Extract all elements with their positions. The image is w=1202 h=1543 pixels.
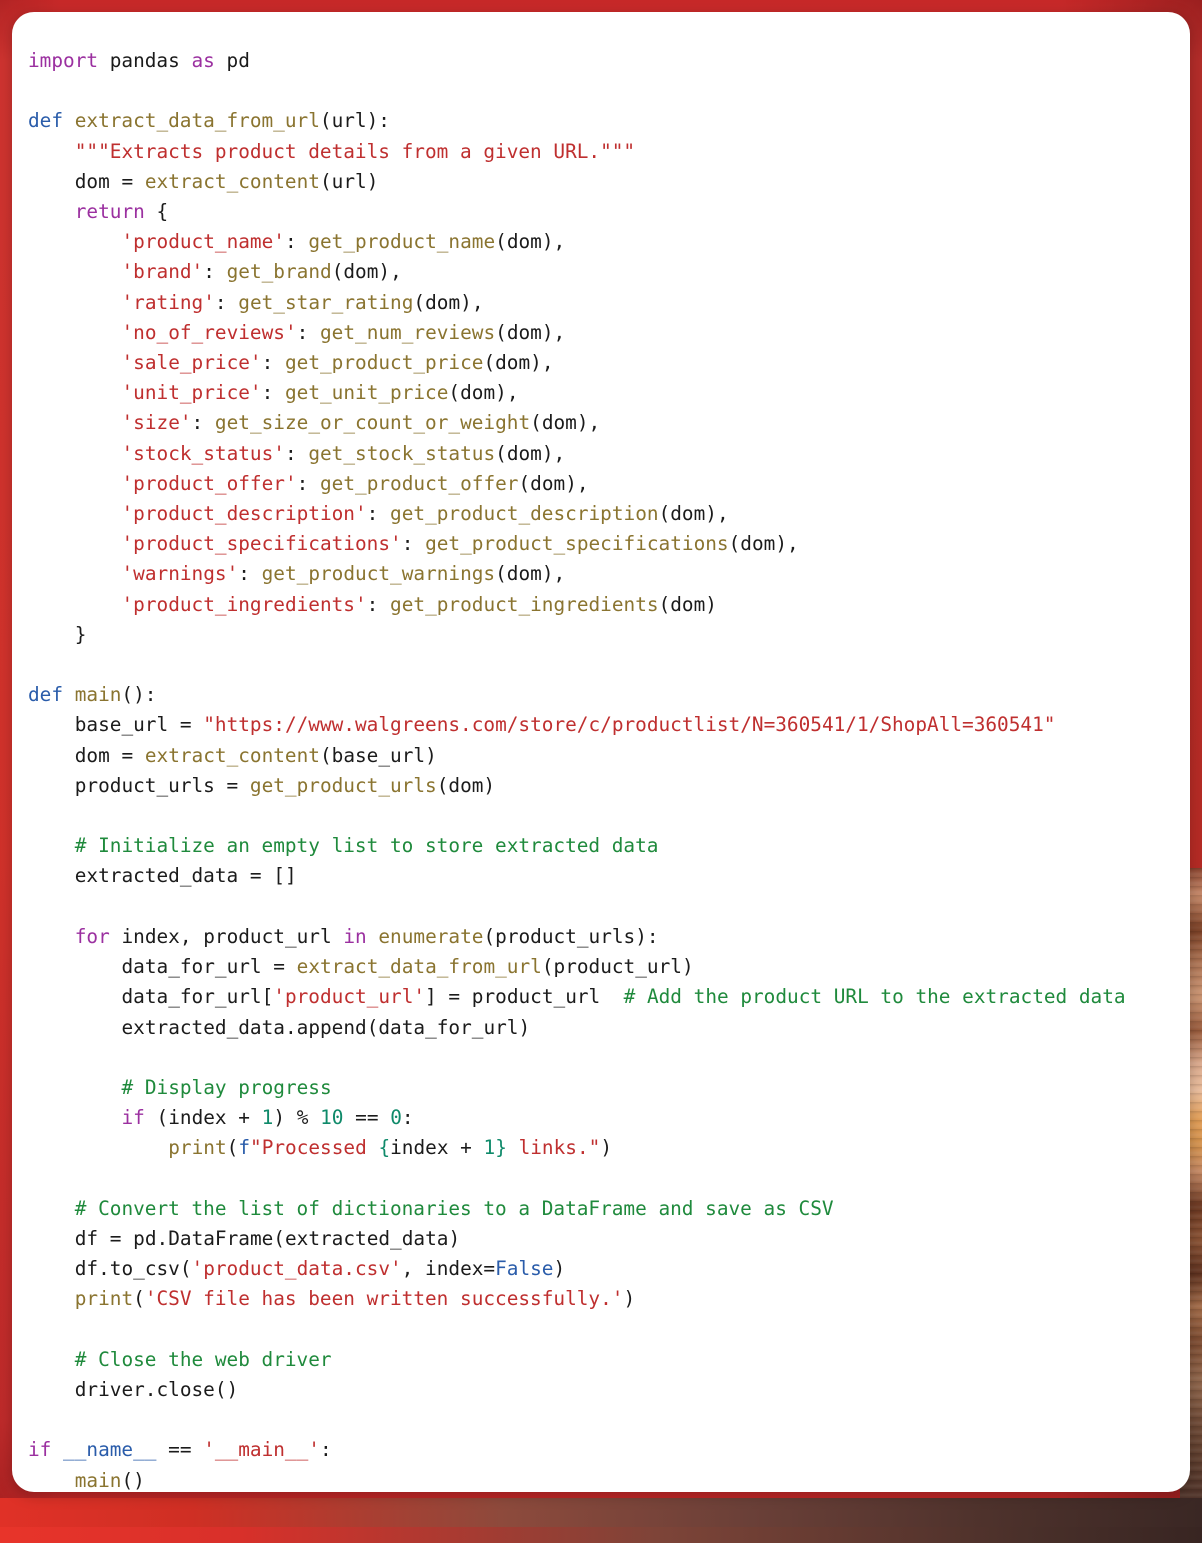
bottom-gradient-strip [0,1498,1202,1543]
code-area: import pandas as pd def extract_data_fro… [28,46,1182,1492]
code-card: import pandas as pd def extract_data_fro… [12,12,1190,1492]
code-block[interactable]: import pandas as pd def extract_data_fro… [28,46,1182,1492]
bottom-gradient-strip-inner [0,1527,1202,1543]
screenshot-stage: import pandas as pd def extract_data_fro… [0,0,1202,1543]
